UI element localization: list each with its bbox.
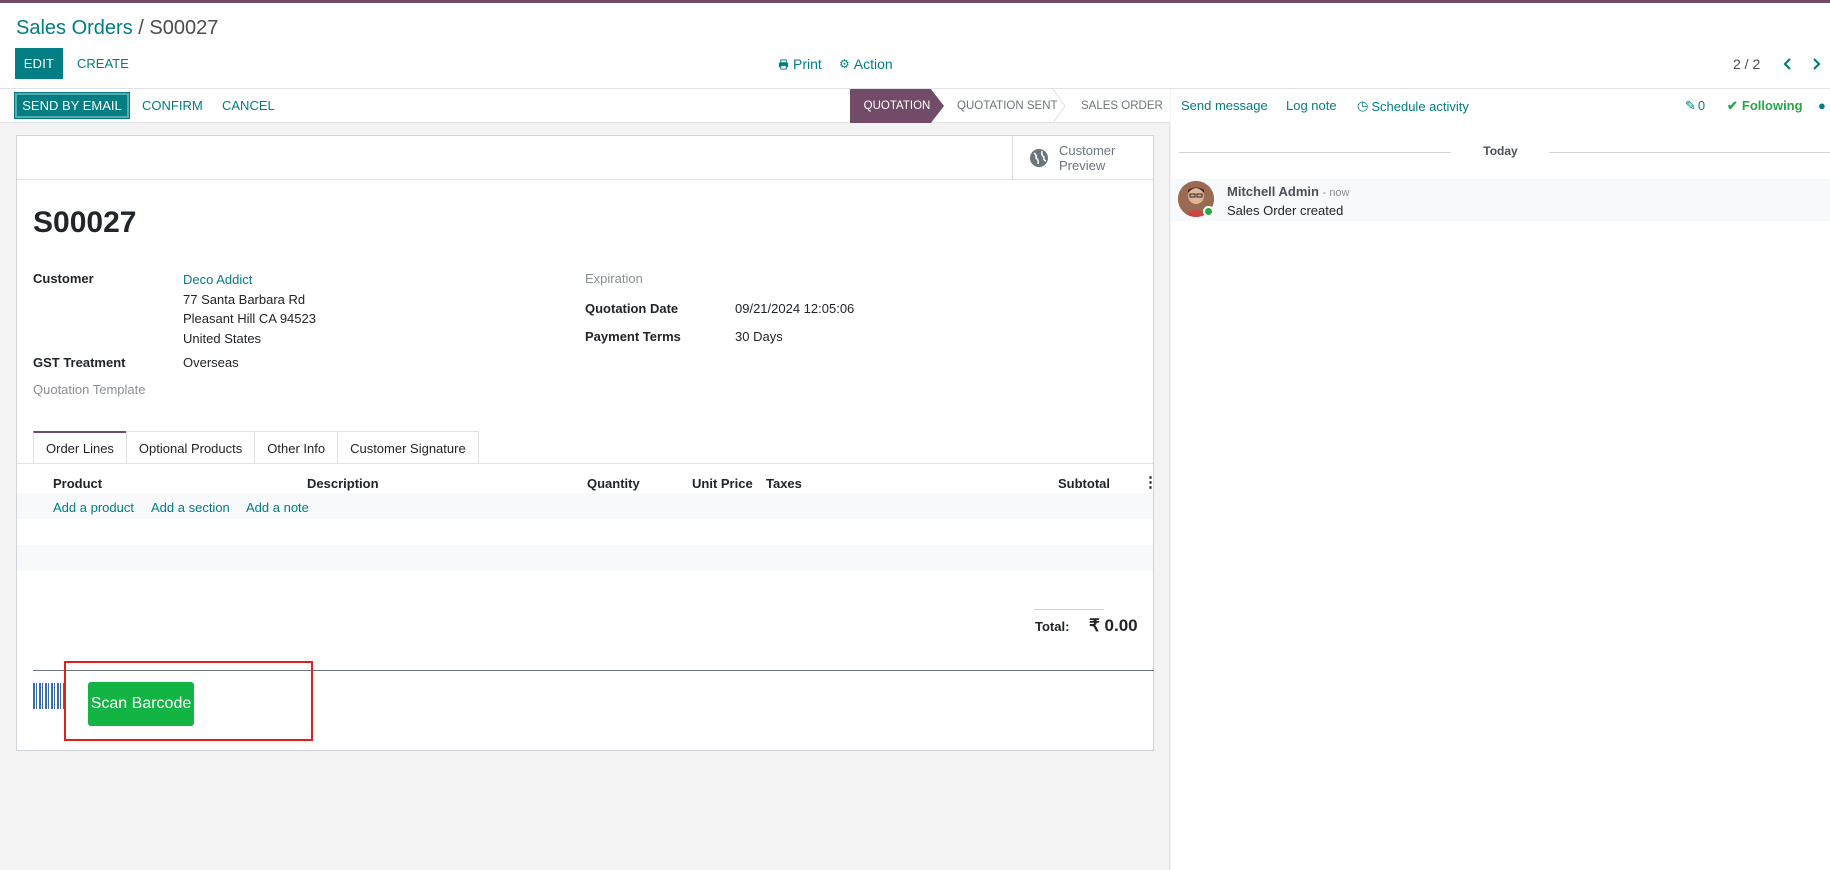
create-button[interactable]: CREATE (77, 48, 129, 79)
breadcrumb-separator: / (132, 17, 150, 39)
barcode-icon (33, 683, 65, 709)
customer-label: Customer (33, 271, 94, 286)
total-divider (1034, 609, 1104, 610)
chatter: Send message Log note ◷ Schedule activity… (1171, 89, 1830, 870)
message-author[interactable]: Mitchell Admin - now (1227, 184, 1350, 199)
following-button[interactable]: ✔ Following (1727, 98, 1803, 114)
send-by-email-button[interactable]: SEND BY EMAIL (14, 92, 130, 119)
column-header-taxes[interactable]: Taxes (766, 476, 802, 491)
followers-icon[interactable]: ● (1818, 98, 1826, 113)
customer-link[interactable]: Deco Addict (183, 272, 252, 287)
send-message-button[interactable]: Send message (1181, 98, 1268, 113)
schedule-activity-button[interactable]: ◷ Schedule activity (1357, 98, 1469, 114)
control-panel: Sales Orders / S00027 EDIT CREATE Print … (0, 3, 1830, 89)
expiration-label: Expiration (585, 271, 643, 286)
edit-button[interactable]: EDIT (15, 48, 63, 79)
breadcrumb-current: S00027 (149, 17, 219, 39)
tab-other-info[interactable]: Other Info (254, 431, 339, 464)
breadcrumb-sales-orders[interactable]: Sales Orders (16, 17, 133, 39)
cancel-button[interactable]: CANCEL (222, 92, 275, 119)
stage-quotation[interactable]: QUOTATION (850, 89, 944, 123)
message-author-name: Mitchell Admin (1227, 184, 1319, 199)
gst-treatment-field[interactable]: Overseas (183, 355, 239, 370)
form-sheet: Customer Preview S00027 Customer Deco Add… (16, 135, 1158, 751)
stage-quotation-sent[interactable]: QUOTATION SENT (957, 89, 1058, 123)
tab-divider (17, 463, 1153, 464)
add-product-link[interactable]: Add a product (53, 500, 134, 515)
action-label: Action (853, 56, 893, 72)
pager-value[interactable]: 2 / 2 (1733, 56, 1760, 72)
quotation-template-label: Quotation Template (33, 382, 146, 397)
notebook-tabs: Order Lines Optional Products Other Info… (33, 431, 479, 464)
print-menu[interactable]: Print (778, 56, 822, 72)
customer-preview-label: Customer (1059, 143, 1116, 158)
table-row (17, 545, 1153, 571)
button-box: Customer Preview (17, 136, 1153, 180)
quotation-date-field[interactable]: 09/21/2024 12:05:06 (735, 301, 854, 316)
tab-order-lines[interactable]: Order Lines (33, 431, 127, 464)
gear-icon: ⚙ (839, 57, 850, 71)
message-time: - now (1322, 187, 1350, 199)
order-title: S00027 (33, 206, 137, 239)
customer-preview-button[interactable]: Customer Preview (1012, 136, 1154, 180)
customer-address-line-2: Pleasant Hill CA 94523 (183, 311, 316, 326)
highlight-box (64, 661, 313, 741)
chevron-right-icon (1813, 58, 1821, 70)
customer-preview-label-2: Preview (1059, 158, 1106, 173)
pager-previous-button[interactable] (1780, 55, 1796, 73)
action-menu[interactable]: ⚙ Action (839, 56, 893, 72)
customer-address-line-1: 77 Santa Barbara Rd (183, 292, 306, 307)
log-note-button[interactable]: Log note (1286, 98, 1337, 113)
customer-address-line-3: United States (183, 331, 262, 346)
following-label: Following (1741, 98, 1803, 113)
check-icon: ✔ (1727, 98, 1738, 113)
date-separator-today: Today (1483, 144, 1518, 158)
quotation-date-label: Quotation Date (585, 301, 679, 316)
payment-terms-label: Payment Terms (585, 329, 681, 344)
clock-icon: ◷ (1357, 98, 1369, 113)
confirm-button[interactable]: CONFIRM (142, 92, 203, 119)
payment-terms-field[interactable]: 30 Days (735, 329, 783, 344)
divider-line-right (1549, 152, 1830, 153)
schedule-activity-label: Schedule activity (1371, 98, 1469, 114)
attachments-count: 0 (1697, 98, 1706, 113)
message-body: Sales Order created (1227, 203, 1344, 218)
total-amount: ₹ 0.00 (1089, 616, 1138, 635)
add-section-link[interactable]: Add a section (151, 500, 230, 515)
column-header-subtotal[interactable]: Subtotal (1058, 476, 1110, 491)
add-note-link[interactable]: Add a note (246, 500, 309, 515)
print-label: Print (793, 56, 822, 72)
status-bar: SEND BY EMAIL CONFIRM CANCEL QUOTATION Q… (0, 89, 1170, 123)
form-view: SEND BY EMAIL CONFIRM CANCEL QUOTATION Q… (0, 89, 1170, 870)
attachments-button[interactable]: ✎ 0 (1685, 98, 1705, 114)
print-icon (778, 58, 789, 70)
column-header-unit-price[interactable]: Unit Price (692, 476, 753, 491)
stage-separator-icon (1052, 89, 1066, 123)
globe-icon (1030, 149, 1048, 167)
tab-customer-signature[interactable]: Customer Signature (337, 431, 479, 464)
column-header-quantity[interactable]: Quantity (587, 476, 640, 491)
tab-optional-products[interactable]: Optional Products (125, 431, 256, 464)
pager-next-button[interactable] (1808, 55, 1824, 73)
optional-columns-icon[interactable]: ⋮ (1143, 473, 1158, 491)
total-label: Total: (1035, 619, 1070, 634)
paperclip-icon: ✎ (1685, 98, 1696, 113)
stage-sales-order[interactable]: SALES ORDER (1081, 89, 1163, 123)
column-header-product[interactable]: Product (53, 476, 102, 491)
column-header-description[interactable]: Description (307, 476, 379, 491)
chevron-left-icon (1783, 58, 1791, 70)
gst-treatment-label: GST Treatment (33, 355, 126, 370)
online-status-indicator (1203, 206, 1214, 217)
breadcrumb: Sales Orders / S00027 (16, 17, 218, 40)
